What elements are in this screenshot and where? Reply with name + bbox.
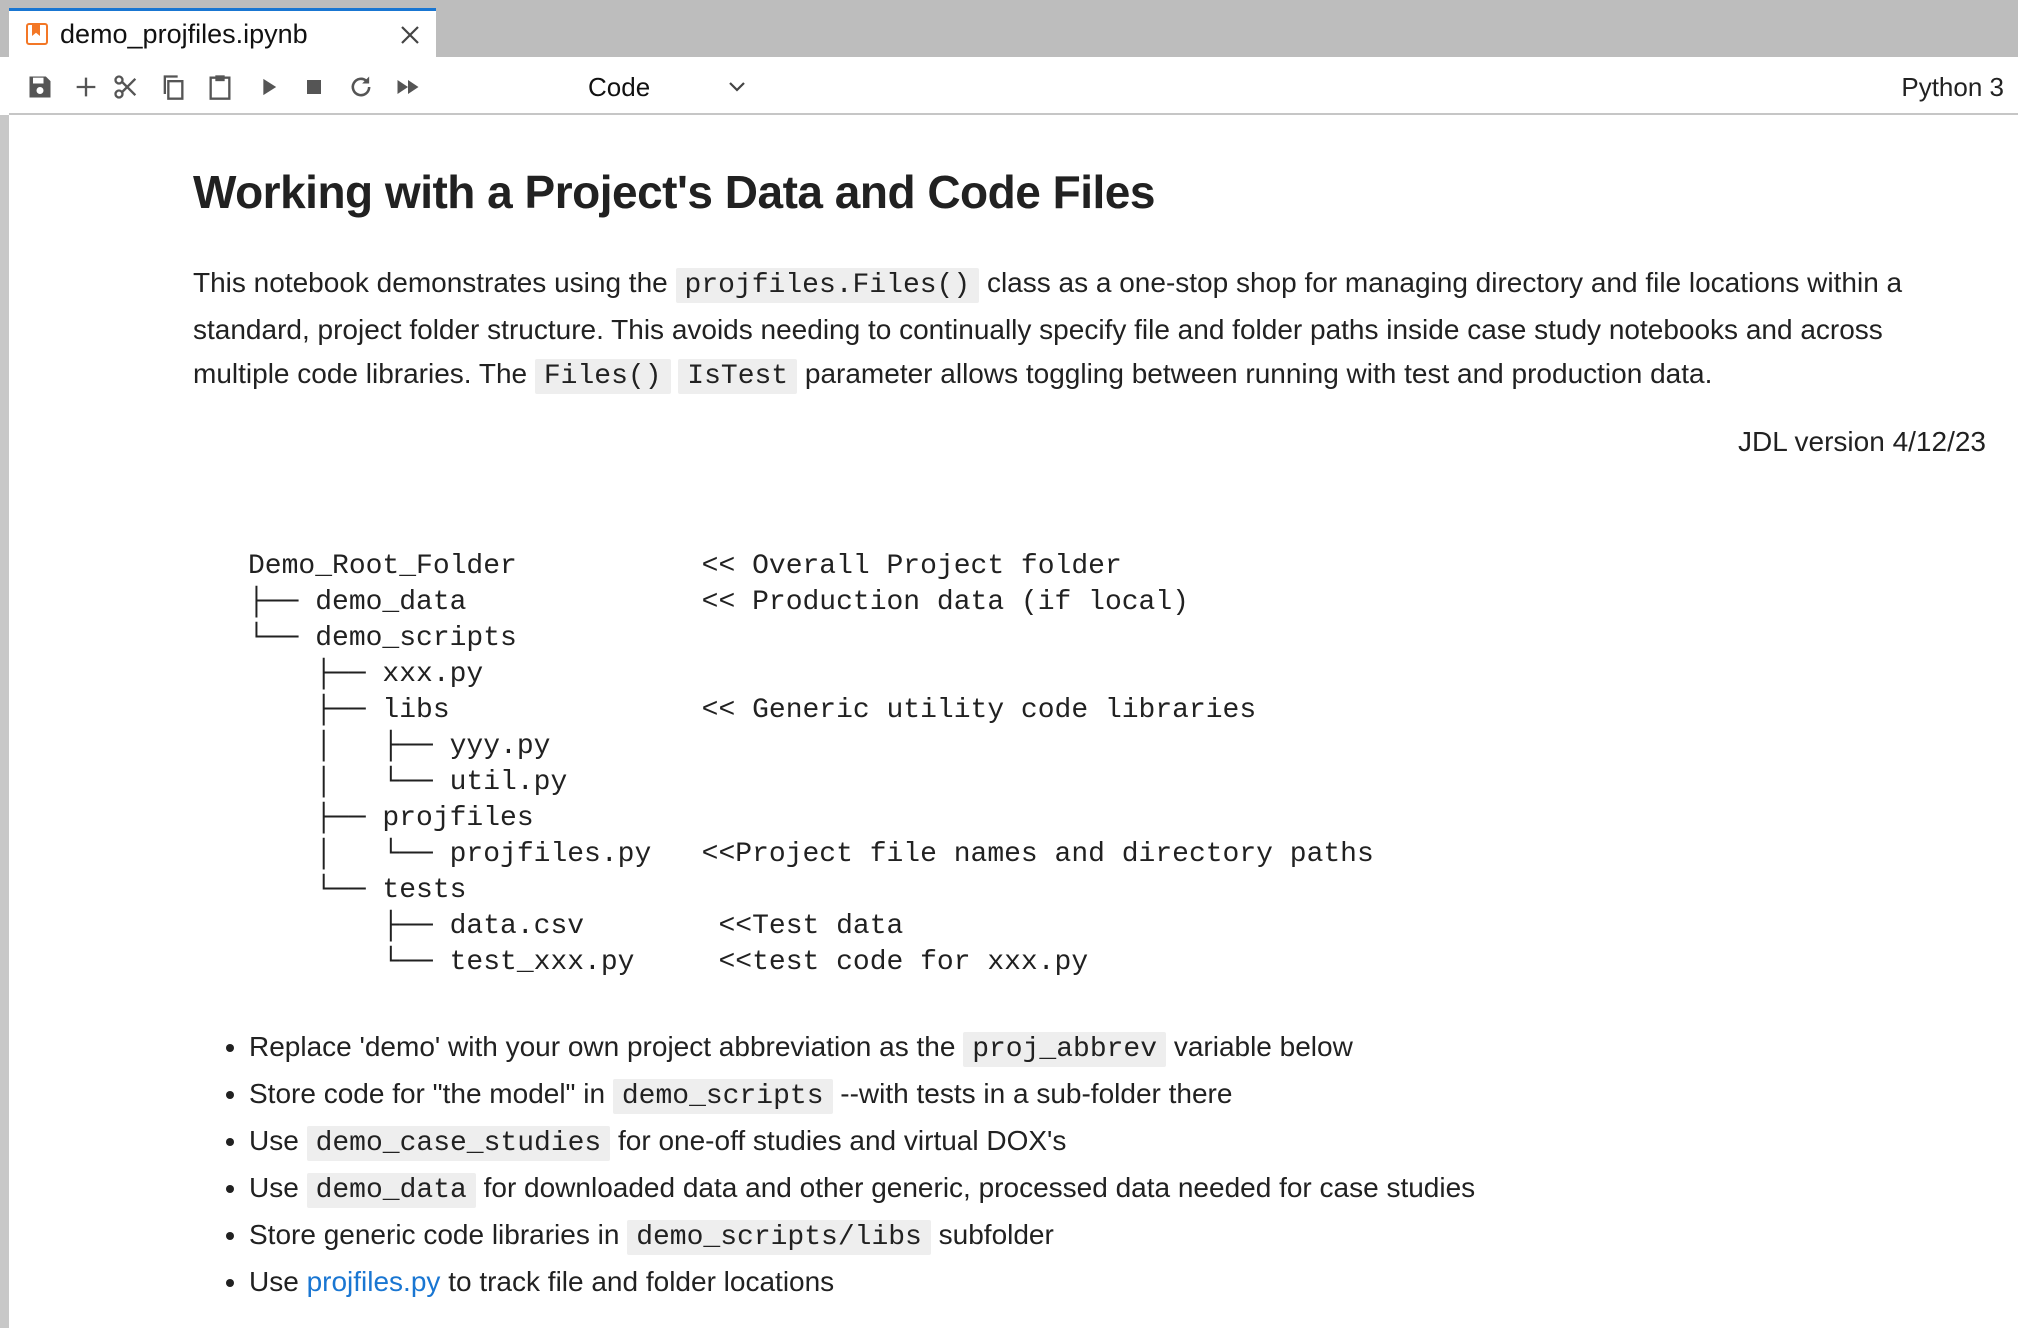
tree-line: │ └── util.py [248,767,568,798]
tree-line: │ ├── yyy.py [248,731,551,762]
intro-paragraph: This notebook demonstrates using the pro… [193,261,1983,399]
item-text: for one-off studies and virtual DOX's [610,1125,1067,1156]
tree-line: ├── projfiles [248,803,534,834]
tree-line: ├── data.csv <<Test data [248,911,904,942]
projfiles-link[interactable]: projfiles.py [307,1266,441,1297]
intro-text: This notebook demonstrates using the [193,267,676,298]
version-text: JDL version 4/12/23 [1738,426,1986,457]
stop-icon[interactable] [300,73,328,101]
inline-code: IsTest [678,359,798,394]
item-text: Use [249,1172,307,1203]
item-text: variable below [1166,1031,1353,1062]
add-cell-icon[interactable] [72,73,100,101]
close-icon[interactable] [400,25,420,45]
cell-collapser[interactable] [0,115,9,1328]
item-text: Replace 'demo' with your own project abb… [249,1031,964,1062]
inline-code: demo_case_studies [306,1126,611,1161]
intro-text: parameter allows toggling between runnin… [797,358,1713,389]
inline-code: demo_data [306,1173,476,1208]
list-item: Use demo_data for downloaded data and ot… [249,1166,1475,1213]
item-text: to track file and folder locations [440,1266,835,1297]
folder-tree: Demo_Root_Folder << Overall Project fold… [248,549,1374,981]
tab-bar: demo_projfiles.ipynb [0,0,2018,57]
tree-line: │ └── projfiles.py <<Project file names … [248,839,1374,870]
cut-icon[interactable] [112,73,140,101]
inline-code: projfiles.Files() [675,268,980,303]
list-item: Replace 'demo' with your own project abb… [249,1025,1475,1072]
chevron-down-icon [726,75,748,97]
list-item: Store generic code libraries in demo_scr… [249,1213,1475,1260]
item-text: subfolder [930,1219,1054,1250]
restart-icon[interactable] [347,73,375,101]
item-text: Store code for "the model" in [249,1078,613,1109]
cell-type-label: Code [588,72,651,102]
paste-icon[interactable] [206,73,234,101]
fast-forward-icon[interactable] [394,73,422,101]
cell-type-dropdown[interactable]: Code [578,63,758,107]
item-text: for downloaded data and other generic, p… [475,1172,1476,1203]
notebook-tab[interactable]: demo_projfiles.ipynb [9,8,436,57]
tree-line: └── test_xxx.py <<test code for xxx.py [248,947,1089,978]
list-item: Use demo_case_studies for one-off studie… [249,1119,1475,1166]
page-title: Working with a Project's Data and Code F… [193,166,1155,218]
item-text: Use [249,1266,307,1297]
inline-code: demo_scripts [612,1079,833,1114]
tree-line: └── tests [248,875,467,906]
notebook-icon [26,23,48,45]
inline-code: Files() [534,359,671,394]
inline-code: demo_scripts/libs [627,1220,931,1255]
item-text: --with tests in a sub-folder there [832,1078,1233,1109]
notebook-toolbar: Code Python 3 [9,57,2018,115]
tree-line: ├── xxx.py [248,659,484,690]
tab-title: demo_projfiles.ipynb [60,19,308,49]
list-item: Store code for "the model" in demo_scrip… [249,1072,1475,1119]
inline-code: proj_abbrev [963,1032,1167,1067]
notes-list: Replace 'demo' with your own project abb… [193,1025,1475,1304]
list-item: Use projfiles.py to track file and folde… [249,1260,1475,1304]
item-text: Use [249,1125,307,1156]
save-icon[interactable] [26,73,54,101]
tree-line: └── demo_scripts [248,623,517,654]
tree-line: ├── libs << Generic utility code librari… [248,695,1257,726]
tree-line: ├── demo_data << Production data (if loc… [248,587,1189,618]
copy-icon[interactable] [159,73,187,101]
run-icon[interactable] [254,73,282,101]
tree-line: Demo_Root_Folder << Overall Project fold… [248,551,1122,582]
kernel-name[interactable]: Python 3 [1901,72,2004,103]
item-text: Store generic code libraries in [249,1219,628,1250]
